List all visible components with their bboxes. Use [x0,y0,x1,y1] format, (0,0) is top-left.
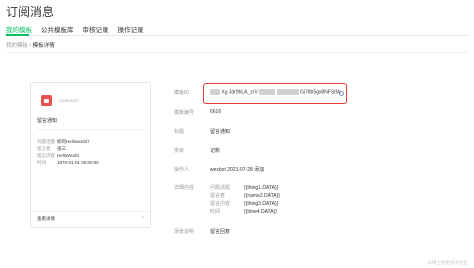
preview-footer-divider [31,211,150,212]
content-key: 时间 [210,209,221,215]
tab-my-templates[interactable]: 我的模板 [6,24,32,34]
message-preview-card: Liveboard 留言通知 问题话题 如何Helloworld? 留言者 张三… [30,82,151,228]
preview-field-key: 问题话题 [37,139,55,144]
template-id-start: Xg Jdr9hLA_zrV [221,89,258,96]
content-divider [6,52,468,53]
detail-scene: 场景说明 留言回复 [174,228,230,235]
detail-value: 记账 [210,148,221,154]
detail-label: 模板编号 [174,110,195,116]
content-key: 留言内容 [210,201,231,207]
content-values: {{thing1.DATA}} {{name2.DATA}} {{thing3.… [244,184,280,216]
breadcrumb: 我的模板 / 模板详情 [6,41,55,49]
preview-field-key: 时间 [37,160,46,165]
tab-bar: 我的模板 公共模板库 审核记录 操作记录 [6,24,144,34]
preview-field-row: 留言内容 HelloWorld [37,152,99,159]
preview-field-value: 张三 [57,146,66,151]
detail-title: 标题 留言通知 [174,128,230,135]
content-value: {{name2.DATA}} [244,193,280,199]
detail-value: 6616 [210,109,222,115]
redaction-mark [276,89,299,95]
preview-fields: 问题话题 如何Helloworld? 留言者 张三 留言内容 HelloWorl… [37,138,99,166]
detail-value: wexbot 2021-07-28 添加 [210,167,265,173]
content-value: {{thing3.DATA}} [244,201,279,207]
content-key: 留言者 [210,193,226,199]
detail-content: 详细内容 问题话题 留言者 留言内容 时间 {{thing1.DATA}} {{… [174,184,280,216]
detail-value: 留言通知 [210,129,231,135]
preview-divider [37,129,145,130]
detail-label: 场景说明 [174,229,195,235]
preview-field-value: HelloWorld [57,153,79,158]
detail-label: 模板ID [174,90,190,96]
detail-category: 类目 记账 [174,147,220,154]
preview-field-key: 留言内容 [37,153,55,158]
app-logo-icon [41,95,52,106]
copy-icon[interactable] [339,91,344,96]
detail-template-id: 模板ID Xg Jdr9hLA_zrV Gi78b5gx8NFSIfA [174,89,340,96]
preview-field-value: 如何Helloworld? [57,139,90,144]
breadcrumb-current: 模板详情 [32,43,55,49]
brand-name: Liveboard [59,98,79,103]
page-title: 订阅消息 [6,5,55,19]
redaction-mark [259,89,276,95]
preview-title: 留言通知 [37,118,58,124]
detail-template-code: 模板编号 6616 [174,109,221,116]
tab-divider [6,35,468,36]
watermark: @稀土掘金技术社区 [427,260,468,265]
active-tab-indicator [6,34,29,36]
detail-label: 操作人 [174,167,190,173]
preview-field-row: 留言者 张三 [37,145,99,152]
detail-label: 标题 [174,129,185,135]
content-keys: 问题话题 留言者 留言内容 时间 [210,184,244,216]
template-id-value: Xg Jdr9hLA_zrV Gi78b5gx8NFSIfA [210,89,340,96]
breadcrumb-parent[interactable]: 我的模板 [6,43,28,49]
chevron-right-icon: › [141,214,144,221]
tab-public-library[interactable]: 公共模板库 [41,24,74,34]
view-details-link[interactable]: 查看详情 [37,216,55,222]
content-value: {{thing1.DATA}} [244,185,279,191]
preview-field-key: 留言者 [37,146,51,151]
tab-operation-records[interactable]: 操作记录 [118,24,144,34]
preview-field-value: 1970-01-01 00:00:00 [57,160,99,165]
tab-review-records[interactable]: 审核记录 [83,24,109,34]
preview-field-row: 时间 1970-01-01 00:00:00 [37,159,99,166]
detail-label: 类目 [174,148,185,154]
redaction-mark [210,89,220,95]
preview-field-row: 问题话题 如何Helloworld? [37,138,99,145]
content-key: 问题话题 [210,185,231,191]
detail-operator: 操作人 wexbot 2021-07-28 添加 [174,166,264,173]
template-id-end: Gi78b5gx8NFSIfA [299,89,341,96]
detail-value: 留言回复 [210,229,231,235]
detail-label: 详细内容 [174,185,195,191]
content-value: {{time4.DATA}} [244,209,277,215]
